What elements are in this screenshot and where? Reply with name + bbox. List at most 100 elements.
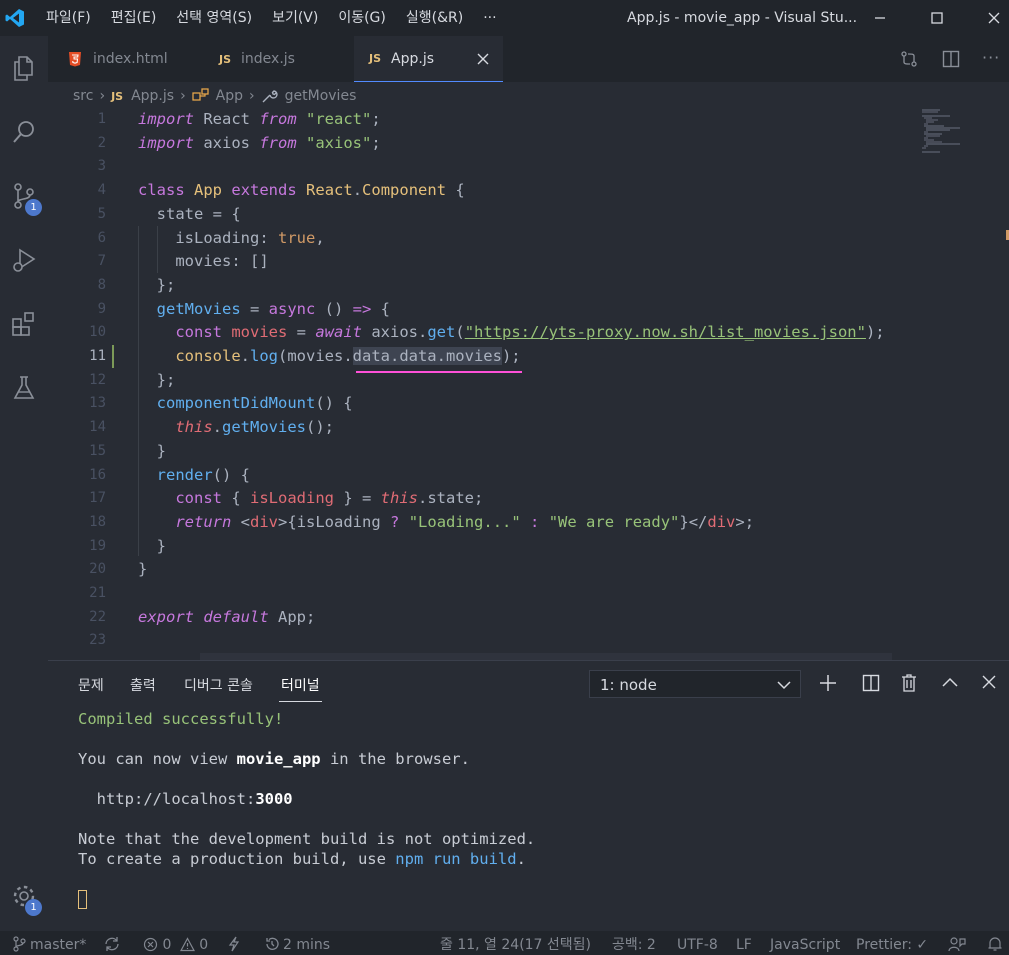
panel-tab-output[interactable]: 출력: [130, 675, 156, 695]
open-changes-button[interactable]: [900, 50, 918, 72]
testing-button[interactable]: [0, 364, 48, 412]
split-terminal-button[interactable]: [862, 674, 880, 696]
breadcrumb-method[interactable]: getMovies: [285, 88, 357, 104]
split-editor-button[interactable]: [942, 50, 960, 72]
maximize-button[interactable]: [914, 0, 960, 36]
code-line-15[interactable]: }: [138, 440, 166, 464]
search-button[interactable]: [0, 108, 48, 156]
code-line-12[interactable]: };: [138, 369, 176, 393]
explorer-button[interactable]: [0, 44, 48, 92]
line-number: 15: [89, 442, 106, 459]
menu-go[interactable]: 이동(G): [328, 0, 396, 36]
tab-index-js[interactable]: JS index.js: [194, 36, 354, 82]
new-terminal-button[interactable]: [819, 674, 837, 696]
panel-tab-debug-console[interactable]: 디버그 콘솔: [184, 675, 253, 695]
code-line-5[interactable]: state = {: [138, 203, 241, 227]
close-panel-button[interactable]: [982, 675, 996, 693]
code-line-4[interactable]: class App extends React.Component {: [138, 179, 465, 203]
activity-bar: 1 1: [0, 36, 48, 931]
breadcrumb-folder[interactable]: src: [73, 88, 93, 104]
line-number: 3: [97, 158, 106, 175]
run-debug-button[interactable]: [0, 236, 48, 284]
menu-edit[interactable]: 편집(E): [101, 0, 167, 36]
close-icon[interactable]: [477, 53, 489, 65]
line-number: 6: [97, 229, 106, 246]
manage-button[interactable]: 1: [0, 872, 48, 920]
js-icon: JS: [111, 89, 124, 103]
feedback-icon: [948, 937, 966, 952]
minimize-button[interactable]: [857, 0, 903, 36]
chevron-right-icon: ›: [99, 88, 106, 104]
code-line-1[interactable]: import React from "react";: [138, 108, 381, 132]
extensions-button[interactable]: [0, 300, 48, 348]
line-number: 9: [97, 300, 106, 317]
end-of-line[interactable]: LF: [736, 931, 752, 955]
minimap[interactable]: [920, 108, 960, 156]
terminal-note-line: Note that the development build is not o…: [78, 830, 536, 848]
problems-indicator[interactable]: 0 0: [143, 931, 208, 955]
cursor-position[interactable]: 줄 11, 열 24(17 선택됨): [440, 931, 591, 955]
code-line-22[interactable]: export default App;: [138, 606, 315, 630]
title-bar: 파일(F) 편집(E) 선택 영역(S) 보기(V) 이동(G) 실행(&R) …: [0, 0, 1009, 36]
sync-button[interactable]: [104, 931, 120, 955]
menu-selection[interactable]: 선택 영역(S): [166, 0, 262, 36]
more-actions-button[interactable]: ···: [982, 48, 1000, 67]
code-line-9[interactable]: getMovies = async () => {: [138, 298, 390, 322]
lightning-indicator[interactable]: [228, 931, 240, 955]
kill-terminal-button[interactable]: [901, 674, 917, 696]
menu-run[interactable]: 실행(&R): [396, 0, 473, 36]
vscode-logo-icon: [0, 0, 30, 36]
history-icon: [266, 937, 279, 950]
prettier-status[interactable]: Prettier: ✓: [856, 931, 928, 955]
code-line-8[interactable]: };: [138, 274, 176, 298]
time-indicator[interactable]: 2 mins: [264, 931, 330, 955]
line-number: 11: [89, 348, 106, 364]
code-line-14[interactable]: this.getMovies();: [138, 416, 334, 440]
language-mode[interactable]: JavaScript: [770, 931, 840, 955]
ellipsis-icon: ···: [982, 48, 1001, 67]
code-line-13[interactable]: componentDidMount() {: [138, 392, 353, 416]
indentation[interactable]: 공백: 2: [612, 931, 656, 955]
error-icon: [143, 937, 158, 952]
branch-indicator[interactable]: master*: [12, 931, 86, 955]
code-line-20[interactable]: }: [138, 558, 147, 582]
menu-more[interactable]: ···: [473, 0, 506, 36]
window-title: App.js - movie_app - Visual Stu...: [627, 10, 858, 26]
terminal-select[interactable]: 1: node: [589, 670, 801, 698]
plus-icon: [820, 675, 836, 691]
panel-tab-terminal[interactable]: 터미널: [281, 675, 320, 695]
warning-icon: [179, 937, 195, 952]
chevron-down-icon: [777, 681, 791, 690]
tab-app-js[interactable]: JS App.js: [354, 36, 503, 82]
editor-tab-bar: index.html JS index.js JS App.js ···: [48, 36, 1009, 82]
code-line-2[interactable]: import axios from "axios";: [138, 132, 381, 156]
feedback-button[interactable]: [948, 931, 966, 955]
code-line-11[interactable]: console.log(movies.data.data.movies);: [138, 345, 521, 369]
maximize-panel-button[interactable]: [941, 674, 959, 696]
line-number: 7: [97, 253, 106, 270]
terminal-compiled-line: Compiled successfully!: [78, 710, 284, 728]
code-editor[interactable]: 1 2 3 4 5 6 7 8 9 10 11 12 13 14 15 16 17 18 19 20 21 22 23 im…: [48, 108, 1009, 661]
source-control-button[interactable]: 1: [0, 172, 48, 220]
line-number: 13: [89, 395, 106, 412]
code-line-6[interactable]: isLoading: true,: [138, 227, 324, 251]
tab-index-html[interactable]: index.html: [48, 36, 194, 82]
encoding[interactable]: UTF-8: [677, 931, 718, 955]
menu-view[interactable]: 보기(V): [262, 0, 328, 36]
line-number: 20: [89, 561, 106, 578]
code-line-18[interactable]: return <div>{isLoading ? "Loading..." : …: [138, 511, 754, 535]
code-line-16[interactable]: render() {: [138, 464, 250, 488]
line-number: 5: [97, 205, 106, 222]
breadcrumb-file[interactable]: App.js: [131, 88, 174, 104]
notifications-button[interactable]: [987, 931, 1003, 955]
menu-file[interactable]: 파일(F): [36, 0, 101, 36]
close-window-button[interactable]: [971, 0, 1009, 36]
terminal-select-value: 1: node: [600, 676, 657, 694]
code-line-17[interactable]: const { isLoading } = this.state;: [138, 487, 483, 511]
breadcrumb-class[interactable]: App: [216, 88, 243, 104]
code-line-19[interactable]: }: [138, 535, 166, 559]
code-line-10[interactable]: const movies = await axios.get("https://…: [138, 321, 884, 345]
terminal-url-line[interactable]: http://localhost:3000: [78, 789, 293, 809]
line-number: 14: [89, 419, 106, 436]
panel-tab-problems[interactable]: 문제: [78, 675, 104, 695]
